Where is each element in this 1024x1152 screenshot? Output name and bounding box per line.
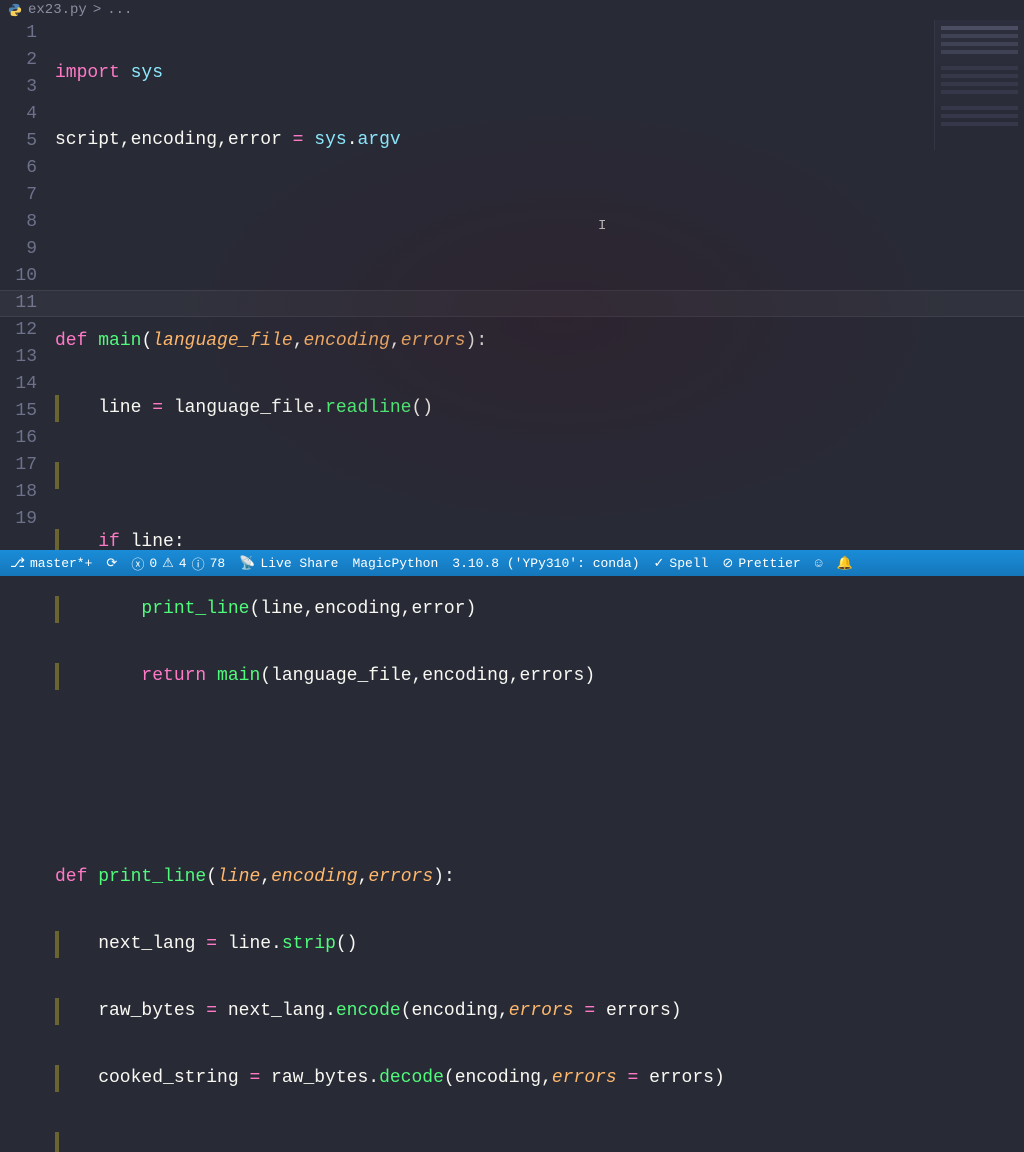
code-line: def print_line(line,encoding,errors):	[55, 864, 1024, 891]
line-number: 17	[0, 452, 37, 479]
line-number: 12	[0, 317, 37, 344]
git-branch-item[interactable]: ⎇ master*+	[10, 556, 92, 571]
prettier-label: Prettier	[738, 556, 800, 571]
line-number: 3	[0, 74, 37, 101]
line-number: 8	[0, 209, 37, 236]
code-line	[55, 730, 1024, 757]
minimap[interactable]	[934, 20, 1024, 150]
breadcrumb[interactable]: ex23.py > ...	[0, 0, 1024, 20]
notifications-button[interactable]: 🔔	[837, 556, 853, 571]
sync-icon: ⟳	[106, 556, 117, 571]
line-number: 19	[0, 506, 37, 533]
prettier-button[interactable]: ⊘ Prettier	[722, 556, 800, 571]
prettier-icon: ⊘	[722, 556, 733, 571]
line-number: 16	[0, 425, 37, 452]
line-number: 5	[0, 128, 37, 155]
error-count: 0	[149, 556, 157, 571]
liveshare-icon: 📡	[239, 556, 255, 571]
line-number: 10	[0, 263, 37, 290]
error-icon: ⓧ	[131, 554, 144, 573]
code-editor[interactable]: 1 2 3 4 5 6 7 8 9 10 11 12 13 14 15 16 1…	[0, 20, 1024, 546]
code-line: import sys	[55, 60, 1024, 87]
code-line	[55, 194, 1024, 221]
breadcrumb-sep: >	[93, 2, 101, 18]
python-label: 3.10.8 ('YPy310': conda)	[452, 556, 639, 571]
line-number: 15	[0, 398, 37, 425]
line-number: 18	[0, 479, 37, 506]
liveshare-button[interactable]: 📡 Live Share	[239, 556, 338, 571]
line-number-gutter: 1 2 3 4 5 6 7 8 9 10 11 12 13 14 15 16 1…	[0, 20, 55, 546]
sync-button[interactable]: ⟳	[106, 556, 117, 571]
language-mode[interactable]: MagicPython	[352, 556, 438, 571]
line-number: 7	[0, 182, 37, 209]
code-line: cooked_string = raw_bytes.decode(encodin…	[55, 1065, 1024, 1092]
line-number: 2	[0, 47, 37, 74]
info-icon: ⓘ	[192, 554, 205, 573]
code-line: next_lang = line.strip()	[55, 931, 1024, 958]
code-line: return main(language_file,encoding,error…	[55, 663, 1024, 690]
line-number: 4	[0, 101, 37, 128]
spell-check[interactable]: ✓ Spell	[654, 556, 709, 571]
git-branch-label: master*+	[30, 556, 92, 571]
code-line: raw_bytes = next_lang.encode(encoding,er…	[55, 998, 1024, 1025]
python-file-icon	[8, 3, 22, 17]
breadcrumb-rest[interactable]: ...	[107, 2, 132, 18]
feedback-button[interactable]: ☺	[815, 556, 823, 571]
status-bar: ⎇ master*+ ⟳ ⓧ 0 ⚠ 4 ⓘ 78 📡 Live Share Magi…	[0, 550, 1024, 576]
git-branch-icon: ⎇	[10, 556, 25, 571]
breadcrumb-file[interactable]: ex23.py	[28, 2, 87, 18]
code-line	[55, 1132, 1024, 1152]
spell-label: Spell	[669, 556, 708, 571]
language-label: MagicPython	[352, 556, 438, 571]
line-number: 1	[0, 20, 37, 47]
code-line: print_line(line,encoding,error)	[55, 596, 1024, 623]
line-number: 6	[0, 155, 37, 182]
code-area[interactable]: import sys script,encoding,error = sys.a…	[55, 20, 1024, 546]
feedback-icon: ☺	[815, 556, 823, 571]
code-line	[55, 797, 1024, 824]
info-count: 78	[210, 556, 226, 571]
warning-icon: ⚠	[162, 556, 174, 571]
line-number: 9	[0, 236, 37, 263]
bell-icon: 🔔	[837, 556, 853, 571]
check-icon: ✓	[654, 556, 665, 571]
warning-count: 4	[179, 556, 187, 571]
text-cursor: I	[598, 218, 606, 234]
problems-item[interactable]: ⓧ 0 ⚠ 4 ⓘ 78	[131, 554, 225, 573]
python-interpreter[interactable]: 3.10.8 ('YPy310': conda)	[452, 556, 639, 571]
line-number: 11	[0, 290, 37, 317]
code-line	[55, 462, 1024, 489]
code-line: def main(language_file,encoding,errors):	[55, 328, 1024, 355]
line-number: 14	[0, 371, 37, 398]
code-line: line = language_file.readline()	[55, 395, 1024, 422]
line-number: 13	[0, 344, 37, 371]
code-line	[55, 261, 1024, 288]
liveshare-label: Live Share	[260, 556, 338, 571]
code-line: script,encoding,error = sys.argv	[55, 127, 1024, 154]
